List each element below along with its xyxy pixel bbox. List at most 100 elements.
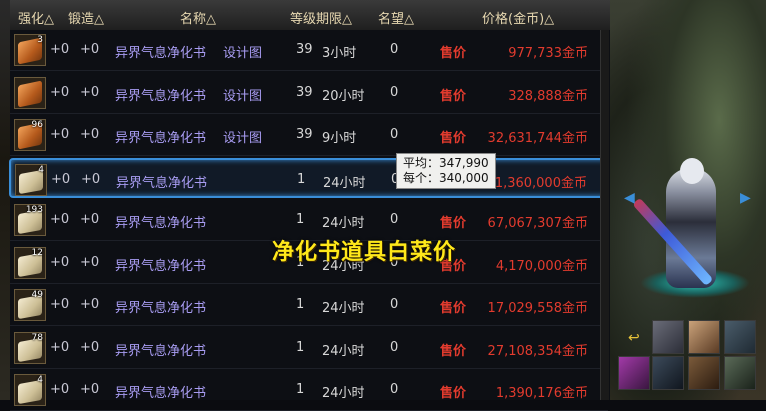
price-value: 1,390,176 [495, 386, 562, 401]
table-row[interactable]: 4 +0 +0 异界气息净化书 1 24小时 0 1,360,000金币 [9, 157, 609, 198]
item-slot[interactable]: 4 [14, 374, 46, 406]
price-unit: 金币 [561, 216, 588, 231]
item-name: 异界气息净化书 [115, 216, 207, 231]
table-header: 强化△ 锻造△ 名称△ 等级期限△ 名望△ 价格(金币)△ [10, 0, 610, 31]
forge-value: +0 [80, 84, 100, 100]
header-name[interactable]: 名称△ [180, 8, 216, 27]
price-unit: 金币 [561, 46, 588, 61]
item-duration: 24小时 [323, 175, 366, 191]
item-type: 设计图 [223, 131, 263, 146]
item-price: 32,631,744金币 [488, 127, 588, 146]
item-slot[interactable]: 3 [14, 34, 46, 66]
tooltip-each: 每个：340,000 [403, 171, 489, 185]
table-row[interactable]: 78 +0 +0 异界气息净化书 1 24小时 0 售价 27,108,354金… [10, 328, 608, 369]
item-level: 1 [296, 297, 305, 312]
header-reputation[interactable]: 名望△ [378, 8, 414, 27]
item-duration: 20小时 [322, 88, 365, 104]
item-slot[interactable]: 96 [14, 119, 46, 151]
sell-label: 售价 [440, 46, 467, 61]
item-price: 67,067,307金币 [488, 212, 588, 231]
character-head [680, 158, 704, 184]
price-value: 4,170,000 [495, 258, 562, 274]
sell-label: 售价 [440, 131, 467, 146]
enhance-value: +0 [51, 171, 71, 187]
price-unit: 金币 [560, 175, 587, 191]
item-name: 异界气息净化书 [115, 88, 207, 104]
sell-label: 售价 [440, 343, 467, 359]
price-value: 977,733 [508, 46, 562, 61]
table-row[interactable]: 49 +0 +0 异界气息净化书 1 24小时 0 售价 17,029,558金… [10, 285, 608, 326]
header-forge[interactable]: 锻造△ [68, 8, 104, 27]
item-slot[interactable]: 193 [14, 204, 46, 236]
rotate-right-arrow-icon[interactable]: ▶ [740, 190, 751, 206]
item-reputation: 0 [390, 212, 399, 227]
item-reputation: 0 [390, 42, 399, 57]
sell-label: 售价 [440, 301, 467, 316]
enhance-value: +0 [50, 42, 70, 57]
item-slot[interactable] [14, 76, 46, 109]
table-row[interactable]: 3 +0 +0 异界气息净化书 设计图 39 3小时 0 售价 977,733金… [10, 30, 608, 71]
skill-icon[interactable] [618, 356, 650, 390]
table-row[interactable]: +0 +0 异界气息净化书 设计图 39 20小时 0 售价 328,888金币 [10, 73, 608, 114]
table-row[interactable]: 4 +0 +0 异界气息净化书 1 24小时 0 售价 1,390,176金币 [10, 370, 608, 411]
item-slot[interactable]: 4 [15, 163, 47, 196]
sell-label: 售价 [440, 88, 467, 104]
orange-scroll-icon [18, 79, 42, 108]
price-value: 32,631,744 [487, 131, 562, 146]
list-scrollbar[interactable] [600, 30, 609, 400]
item-slot[interactable]: 78 [14, 331, 46, 364]
header-price[interactable]: 价格(金币)△ [482, 8, 554, 27]
price-value: 1,360,000 [494, 175, 561, 191]
item-price: 17,029,558金币 [488, 297, 588, 316]
item-level: 39 [296, 127, 313, 142]
price-value: 27,108,354 [487, 343, 562, 359]
header-enhance[interactable]: 强化△ [18, 8, 54, 27]
avatar-icon[interactable] [724, 320, 756, 354]
item-slot[interactable]: 12 [14, 246, 46, 279]
background-left [0, 0, 10, 400]
price-value: 67,067,307 [487, 216, 562, 231]
item-level: 1 [296, 212, 305, 227]
item-type: 设计图 [223, 88, 263, 104]
table-row[interactable]: 96 +0 +0 异界气息净化书 设计图 39 9小时 0 售价 32,631,… [10, 115, 608, 156]
item-quantity: 4 [38, 164, 44, 175]
rotate-left-arrow-icon[interactable]: ◀ [624, 190, 635, 206]
item-duration: 3小时 [322, 46, 357, 61]
item-duration: 24小时 [322, 216, 365, 231]
forge-value: +0 [80, 42, 100, 57]
tooltip-average: 平均：347,990 [403, 156, 489, 170]
enhance-value: +0 [50, 254, 70, 270]
forge-value: +0 [80, 212, 100, 227]
avatar-icon[interactable] [688, 320, 720, 354]
item-price: 328,888金币 [508, 85, 588, 104]
item-level: 39 [296, 42, 313, 57]
item-quantity: 49 [31, 290, 43, 300]
item-slot[interactable]: 49 [14, 289, 46, 321]
auction-list: 3 +0 +0 异界气息净化书 设计图 39 3小时 0 售价 977,733金… [9, 30, 610, 411]
enhance-value: +0 [50, 84, 70, 100]
avatar-icon[interactable] [652, 356, 684, 390]
item-level: 1 [297, 171, 306, 187]
item-quantity: 96 [31, 120, 43, 130]
item-name: 异界气息净化书 [116, 175, 208, 191]
item-quantity: 193 [25, 205, 43, 215]
forge-value: +0 [80, 382, 100, 397]
price-unit: 金币 [561, 386, 588, 401]
forge-value: +0 [81, 171, 101, 187]
enhance-value: +0 [50, 382, 70, 397]
header-level-duration[interactable]: 等级期限△ [290, 8, 352, 27]
forge-value: +0 [80, 297, 100, 312]
item-name: 异界气息净化书 [115, 386, 207, 401]
avatar-icon[interactable] [688, 356, 720, 390]
avatar-icon[interactable] [652, 320, 684, 354]
price-unit: 金币 [561, 131, 588, 146]
price-tooltip: 平均：347,990 每个：340,000 [396, 153, 496, 189]
item-quantity: 78 [31, 332, 43, 343]
item-price: 1,390,176金币 [496, 382, 588, 401]
item-reputation: 0 [390, 297, 399, 312]
price-value: 328,888 [508, 88, 562, 104]
item-level: 39 [296, 84, 313, 100]
avatar-icon[interactable] [724, 356, 756, 390]
item-name: 异界气息净化书 [115, 301, 207, 316]
item-price: 4,170,000金币 [496, 255, 588, 274]
